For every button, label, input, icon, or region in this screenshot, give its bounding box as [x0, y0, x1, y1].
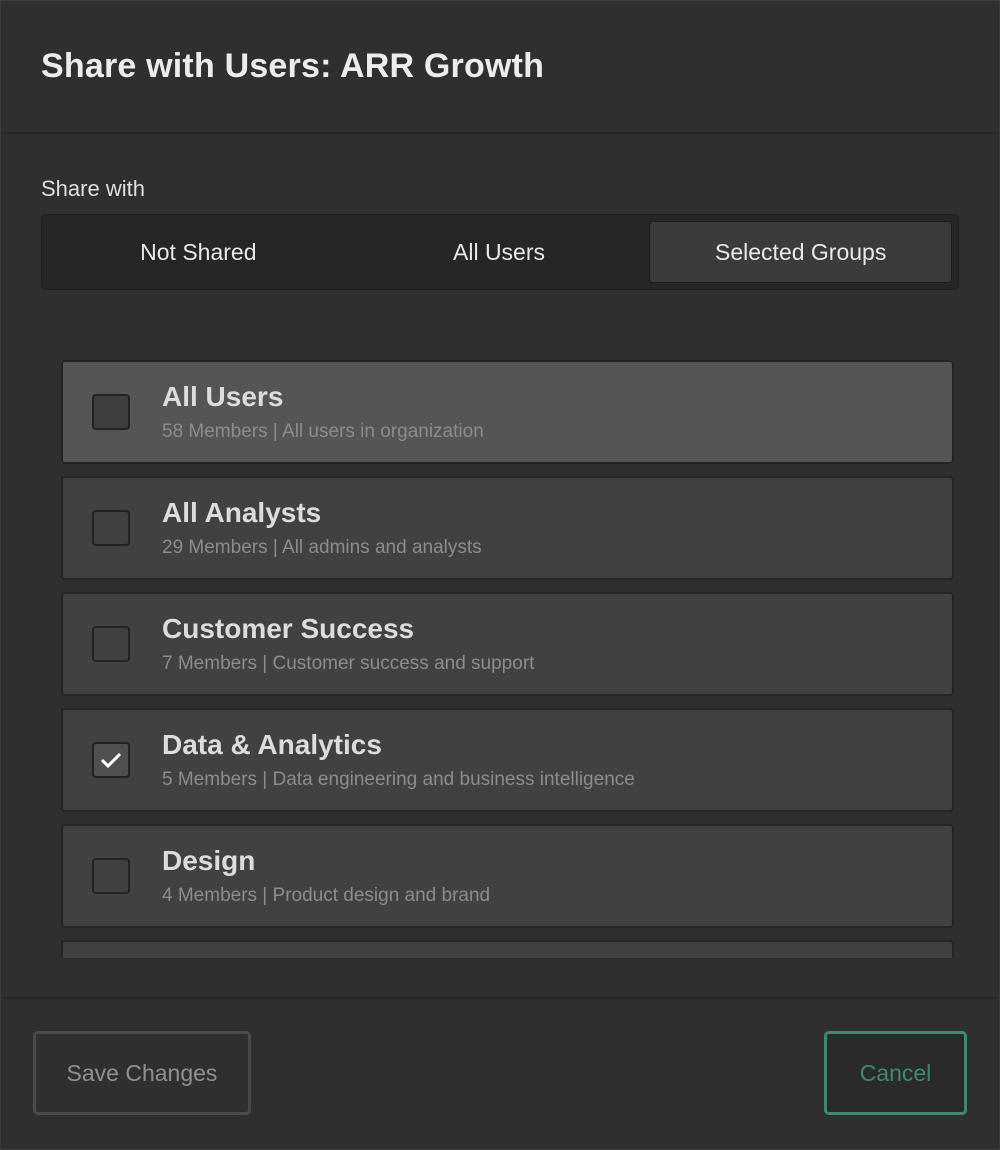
group-item-design[interactable]: Design 4 Members | Product design and br…	[61, 824, 954, 928]
group-description: 4 Members | Product design and brand	[162, 885, 491, 906]
dialog-header: Share with Users: ARR Growth	[1, 1, 999, 134]
group-description: 29 Members | All admins and analysts	[162, 537, 482, 558]
group-description: 58 Members | All users in organization	[162, 421, 484, 442]
group-name: Data & Analytics	[162, 729, 382, 760]
group-item-all-users[interactable]: All Users 58 Members | All users in orga…	[61, 360, 954, 464]
group-name: All Analysts	[162, 497, 322, 528]
group-checkbox[interactable]	[92, 510, 130, 546]
share-dialog: Share with Users: ARR Growth Share with …	[0, 0, 1000, 1150]
group-list[interactable]: All Users 58 Members | All users in orga…	[61, 360, 954, 958]
group-checkbox[interactable]	[92, 626, 130, 662]
cancel-button[interactable]: Cancel	[824, 1031, 967, 1115]
group-text: Data & Analytics 5 Members | Data engine…	[162, 729, 635, 791]
group-text: All Users 58 Members | All users in orga…	[162, 381, 484, 443]
dialog-body: Share with Not Shared All Users Selected…	[1, 134, 999, 958]
share-option-selected-groups[interactable]: Selected Groups	[649, 221, 953, 283]
group-item-all-analysts[interactable]: All Analysts 29 Members | All admins and…	[61, 476, 954, 580]
group-text: Customer Success 7 Members | Customer su…	[162, 613, 534, 675]
dialog-title: Share with Users: ARR Growth	[41, 47, 545, 85]
share-option-all-users[interactable]: All Users	[349, 221, 650, 283]
check-icon	[100, 752, 122, 769]
group-name: All Users	[162, 381, 284, 412]
group-item-partial[interactable]	[61, 940, 954, 958]
group-description: 5 Members | Data engineering and busines…	[162, 769, 635, 790]
group-description: 7 Members | Customer success and support	[162, 653, 535, 674]
share-mode-selector: Not Shared All Users Selected Groups	[41, 214, 959, 290]
group-checkbox[interactable]	[92, 858, 130, 894]
dialog-footer: Save Changes Cancel	[1, 997, 999, 1149]
share-option-not-shared[interactable]: Not Shared	[48, 221, 349, 283]
group-checkbox[interactable]	[92, 742, 130, 778]
group-checkbox[interactable]	[92, 394, 130, 430]
group-item-customer-success[interactable]: Customer Success 7 Members | Customer su…	[61, 592, 954, 696]
group-item-data-analytics[interactable]: Data & Analytics 5 Members | Data engine…	[61, 708, 954, 812]
group-name: Customer Success	[162, 613, 415, 644]
group-text: Design 4 Members | Product design and br…	[162, 845, 490, 907]
group-text: All Analysts 29 Members | All admins and…	[162, 497, 482, 559]
save-changes-button[interactable]: Save Changes	[33, 1031, 251, 1115]
group-name: Design	[162, 845, 256, 876]
share-with-label: Share with	[41, 176, 145, 201]
